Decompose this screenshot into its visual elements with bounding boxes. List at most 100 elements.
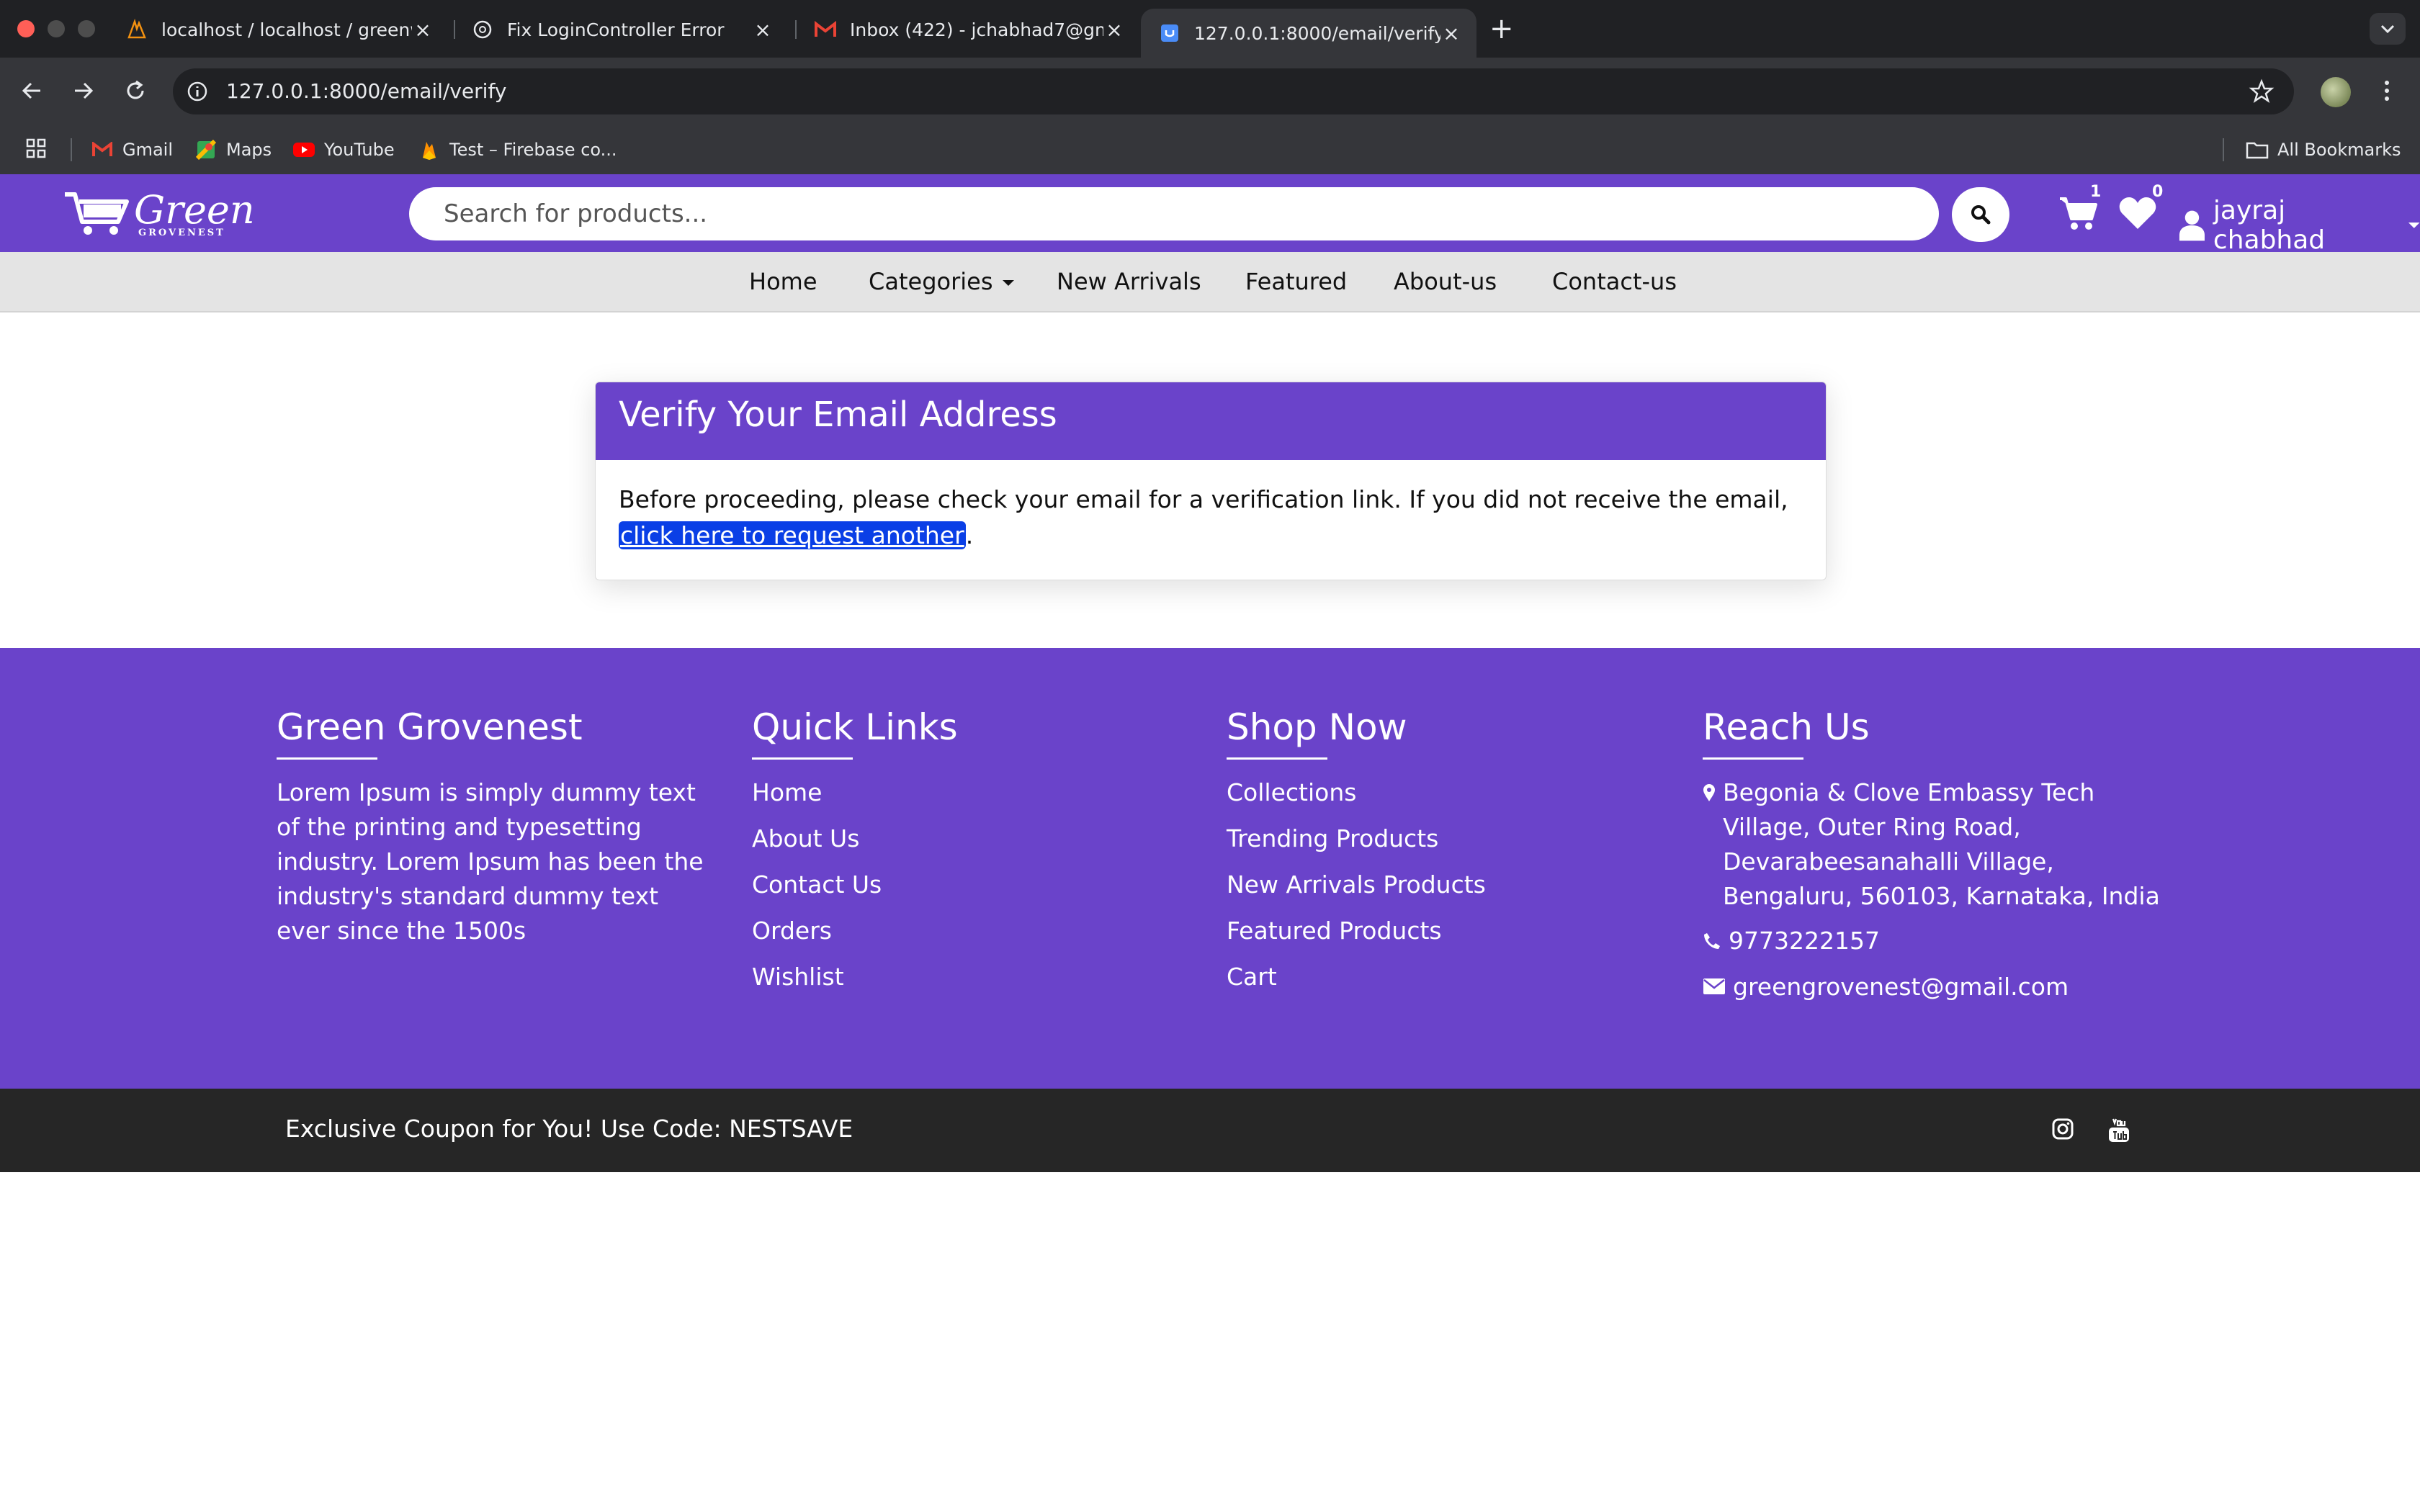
caret-down-icon [1002, 280, 1014, 286]
heading-underline [277, 757, 377, 760]
heading-underline [1227, 757, 1327, 760]
footer-reach-us-title: Reach Us [1703, 706, 1870, 748]
logo-subtext: GROVENEST [138, 228, 225, 238]
browser-menu-button[interactable] [2370, 73, 2404, 108]
maximize-window-button[interactable] [78, 20, 95, 37]
footer-brand-text: Lorem Ipsum is simply dummy text of the … [277, 778, 704, 945]
bookmark-label: Gmail [122, 140, 174, 160]
footer-link-featured-products[interactable]: Featured Products [1227, 908, 1673, 954]
url-text: 127.0.0.1:8000/email/verify [226, 79, 507, 103]
footer-phone-text: 9773222157 [1729, 927, 1880, 955]
tab-search-button[interactable] [2370, 13, 2406, 45]
close-window-button[interactable] [17, 20, 35, 37]
bookmark-label: All Bookmarks [2277, 140, 2401, 160]
nav-item-contact-us[interactable]: Contact-us [1552, 268, 1677, 295]
map-marker-icon [1703, 783, 1716, 802]
phpmyadmin-icon [125, 18, 148, 41]
resend-verification-link[interactable]: click here to request another [619, 521, 966, 549]
address-bar[interactable]: 127.0.0.1:8000/email/verify [173, 68, 2294, 114]
browser-tab-active[interactable]: 127.0.0.1:8000/email/verify × [1141, 9, 1476, 58]
browser-tab[interactable]: localhost / localhost / greenw × [108, 9, 448, 50]
footer-link-about-us[interactable]: About Us [752, 816, 1198, 862]
nav-item-categories[interactable]: Categories [869, 268, 1015, 295]
search-input[interactable] [409, 187, 1939, 240]
footer-link-orders[interactable]: Orders [752, 908, 1198, 954]
new-tab-button[interactable]: + [1489, 14, 1514, 43]
reload-button[interactable] [118, 73, 153, 108]
bookmark-label: Maps [226, 140, 272, 160]
cart-count-badge: 1 [2090, 183, 2102, 201]
search-button[interactable] [1952, 187, 2009, 242]
footer-link-home[interactable]: Home [752, 770, 1198, 816]
back-button[interactable] [14, 73, 49, 108]
profile-avatar[interactable] [2321, 77, 2351, 107]
footer-email-text: greengrovenest@gmail.com [1733, 973, 2069, 1001]
bookmark-separator [71, 138, 72, 161]
bookmark-firebase[interactable]: Test – Firebase co... [418, 138, 617, 161]
browser-tab[interactable]: Fix LoginController Error × [454, 9, 788, 50]
more-vertical-icon [2385, 81, 2389, 101]
verify-email-card: Verify Your Email Address Before proceed… [595, 382, 1827, 580]
user-icon [2179, 210, 2205, 241]
tab-title: Fix LoginController Error [507, 19, 725, 40]
footer-address-text: Begonia & Clove Embassy Tech Village, Ou… [1723, 778, 2160, 910]
cart-button[interactable] [2058, 196, 2099, 230]
reload-icon [127, 80, 144, 99]
bookmark-separator [2223, 138, 2224, 161]
phone-icon [1703, 932, 1721, 950]
youtube-icon [2109, 1118, 2129, 1142]
bookmark-star-icon[interactable] [2249, 78, 2275, 104]
nav-item-label: Categories [869, 268, 993, 295]
bookmark-gmail[interactable]: Gmail [91, 138, 173, 161]
nav-item-new-arrivals[interactable]: New Arrivals [1057, 268, 1201, 295]
footer-link-trending-products[interactable]: Trending Products [1227, 816, 1673, 862]
browser-tab-bar: localhost / localhost / greenw × Fix Log… [0, 0, 2420, 58]
heart-icon [2119, 197, 2156, 229]
footer-link-collections[interactable]: Collections [1227, 770, 1673, 816]
close-tab-icon[interactable]: × [752, 18, 774, 42]
forward-button[interactable] [66, 73, 101, 108]
apps-button[interactable] [26, 138, 46, 158]
bookmark-label: Test – Firebase co... [449, 140, 617, 160]
tab-title: Inbox (422) - jchabhad7@gm [850, 19, 1103, 40]
youtube-icon [292, 138, 315, 161]
bookmark-youtube[interactable]: YouTube [292, 138, 395, 161]
instagram-link[interactable] [2051, 1117, 2074, 1140]
youtube-link[interactable] [2107, 1117, 2130, 1143]
close-tab-icon[interactable]: × [1103, 18, 1125, 42]
coupon-text: Exclusive Coupon for You! Use Code: NEST… [285, 1115, 853, 1143]
site-header: Green GROVENEST 1 0 jayraj chabhad [0, 174, 2420, 255]
arrow-left-icon [22, 82, 40, 99]
wishlist-button[interactable] [2118, 196, 2158, 230]
nav-item-home[interactable]: Home [749, 268, 817, 295]
minimize-window-button[interactable] [48, 20, 65, 37]
card-title: Verify Your Email Address [596, 382, 1826, 460]
footer-email: greengrovenest@gmail.com [1703, 970, 2164, 1004]
footer-link-contact-us[interactable]: Contact Us [752, 862, 1198, 908]
heading-underline [1703, 757, 1803, 760]
browser-toolbar: 127.0.0.1:8000/email/verify [0, 58, 2420, 125]
browser-tab[interactable]: Inbox (422) - jchabhad7@gm × [797, 9, 1139, 50]
maps-icon [194, 138, 218, 161]
close-tab-icon[interactable]: × [412, 18, 434, 42]
close-tab-icon[interactable]: × [1440, 22, 1462, 45]
footer-link-new-arrivals-products[interactable]: New Arrivals Products [1227, 862, 1673, 908]
gmail-icon [91, 138, 114, 161]
wishlist-count-badge: 0 [2152, 183, 2164, 201]
verify-message-period: . [965, 521, 974, 549]
folder-icon [2246, 138, 2269, 161]
user-menu-dropdown[interactable]: jayraj chabhad [2178, 196, 2420, 255]
cart-icon [2060, 197, 2097, 230]
gmail-icon [814, 18, 837, 41]
footer-link-cart[interactable]: Cart [1227, 954, 1673, 1000]
nav-item-about-us[interactable]: About-us [1394, 268, 1497, 295]
site-info-icon[interactable] [186, 80, 209, 103]
user-name: jayraj chabhad [2213, 196, 2326, 255]
footer-link-wishlist[interactable]: Wishlist [752, 954, 1198, 1000]
nav-item-featured[interactable]: Featured [1245, 268, 1347, 295]
all-bookmarks-button[interactable]: All Bookmarks [2246, 138, 2401, 161]
footer-bottom-bar: Exclusive Coupon for You! Use Code: NEST… [0, 1089, 2420, 1172]
site-logo[interactable]: Green GROVENEST [62, 187, 256, 239]
apps-grid-icon [26, 138, 46, 158]
bookmark-maps[interactable]: Maps [194, 138, 272, 161]
